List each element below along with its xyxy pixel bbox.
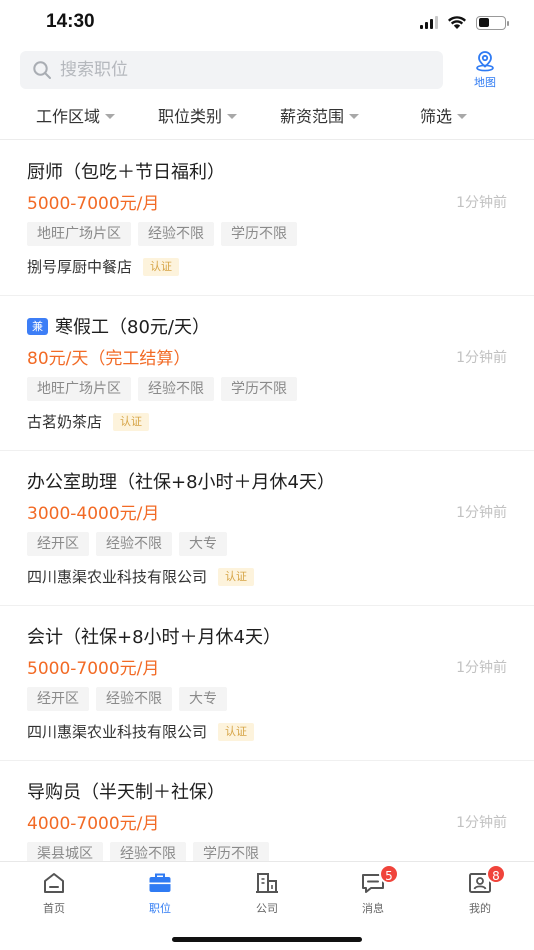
job-salary: 3000-4000元/月 <box>27 504 160 524</box>
area-tag: 地旺广场片区 <box>27 377 131 401</box>
home-indicator <box>172 937 362 942</box>
tab-profile[interactable]: 8 我的 <box>445 864 515 916</box>
job-title-row: 兼 寒假工（80元/天） <box>27 313 210 339</box>
tab-home[interactable]: 首页 <box>19 870 89 916</box>
status-icons <box>420 15 509 30</box>
unread-badge: 5 <box>379 864 399 884</box>
company-name: 古茗奶茶店 <box>27 413 103 431</box>
filter-label: 薪资范围 <box>280 107 345 126</box>
filter-label: 职位类别 <box>158 107 223 126</box>
verified-badge: 认证 <box>218 567 255 586</box>
search-icon <box>33 61 51 79</box>
tab-label: 消息 <box>362 902 384 915</box>
job-title: 厨师（包吃＋节日福利） <box>27 162 225 183</box>
posted-time: 1分钟前 <box>456 660 507 676</box>
chevron-down-icon <box>457 113 468 119</box>
job-title: 导购员（半天制＋社保） <box>27 782 225 803</box>
job-card[interactable]: 会计（社保+8小时＋月休4天） 5000-7000元/月 1分钟前 经开区 经验… <box>0 606 534 761</box>
filter-label: 筛选 <box>420 107 453 126</box>
company-name: 四川惠渠农业科技有限公司 <box>27 723 208 741</box>
posted-time: 1分钟前 <box>456 350 507 366</box>
job-title: 寒假工（80元/天） <box>55 317 210 338</box>
battery-fill <box>478 18 489 27</box>
posted-time: 1分钟前 <box>456 195 507 211</box>
home-icon <box>44 873 64 893</box>
job-salary: 5000-7000元/月 <box>27 659 160 679</box>
verified-badge: 认证 <box>143 257 180 276</box>
experience-tag: 经验不限 <box>138 222 214 246</box>
map-button[interactable]: 地图 <box>463 50 507 94</box>
job-tags: 渠县城区 经验不限 学历不限 <box>27 842 269 861</box>
filter-salary-range[interactable]: 薪资范围 <box>280 103 360 127</box>
company-row: 四川惠渠农业科技有限公司 认证 <box>27 721 255 742</box>
job-title: 办公室助理（社保+8小时＋月休4天） <box>27 472 335 493</box>
company-name: 捌号厚厨中餐店 <box>27 258 133 276</box>
status-bar: 14:30 <box>0 0 534 46</box>
search-input[interactable] <box>60 60 400 80</box>
bottom-tab-bar: 首页 职位 公司 5 消息 8 我的 <box>0 861 534 950</box>
education-tag: 学历不限 <box>221 222 297 246</box>
tab-label: 首页 <box>43 902 65 915</box>
experience-tag: 经验不限 <box>96 532 172 556</box>
area-tag: 地旺广场片区 <box>27 222 131 246</box>
briefcase-icon <box>149 873 171 892</box>
filter-more[interactable]: 筛选 <box>420 103 468 127</box>
job-tags: 经开区 经验不限 大专 <box>27 532 227 556</box>
company-name: 四川惠渠农业科技有限公司 <box>27 568 208 586</box>
job-list: 厨师（包吃＋节日福利） 5000-7000元/月 1分钟前 地旺广场片区 经验不… <box>0 141 534 861</box>
chevron-down-icon <box>105 113 116 119</box>
job-title: 会计（社保+8小时＋月休4天） <box>27 627 281 648</box>
job-card[interactable]: 办公室助理（社保+8小时＋月休4天） 3000-4000元/月 1分钟前 经开区… <box>0 451 534 606</box>
status-time: 14:30 <box>46 11 95 32</box>
tab-label: 我的 <box>469 902 491 915</box>
area-tag: 渠县城区 <box>27 842 103 861</box>
job-card[interactable]: 导购员（半天制＋社保） 4000-7000元/月 1分钟前 渠县城区 经验不限 … <box>0 761 534 861</box>
posted-time: 1分钟前 <box>456 505 507 521</box>
education-tag: 学历不限 <box>193 842 269 861</box>
job-tags: 地旺广场片区 经验不限 学历不限 <box>27 222 297 246</box>
tab-label: 公司 <box>256 902 278 915</box>
filter-job-category[interactable]: 职位类别 <box>158 103 238 127</box>
job-card[interactable]: 厨师（包吃＋节日福利） 5000-7000元/月 1分钟前 地旺广场片区 经验不… <box>0 141 534 296</box>
part-time-badge: 兼 <box>27 317 48 335</box>
posted-time: 1分钟前 <box>456 815 507 831</box>
job-salary: 4000-7000元/月 <box>27 814 160 834</box>
education-tag: 大专 <box>179 532 227 556</box>
search-row: 地图 <box>0 48 534 94</box>
chevron-down-icon <box>349 113 360 119</box>
tab-jobs[interactable]: 职位 <box>125 870 195 916</box>
map-pin-icon <box>476 51 494 72</box>
map-label: 地图 <box>474 76 496 89</box>
experience-tag: 经验不限 <box>110 842 186 861</box>
unread-badge: 8 <box>486 864 506 884</box>
filter-label: 工作区域 <box>36 107 101 126</box>
filter-bar: 工作区域 职位类别 薪资范围 筛选 <box>0 94 534 140</box>
tab-label: 职位 <box>149 902 171 915</box>
search-box[interactable] <box>20 51 443 89</box>
area-tag: 经开区 <box>27 687 89 711</box>
battery-icon <box>476 15 509 30</box>
tab-company[interactable]: 公司 <box>232 870 302 916</box>
cellular-signal-icon <box>420 16 438 29</box>
experience-tag: 经验不限 <box>138 377 214 401</box>
company-row: 捌号厚厨中餐店 认证 <box>27 256 180 277</box>
job-card[interactable]: 兼 寒假工（80元/天） 80元/天（完工结算） 1分钟前 地旺广场片区 经验不… <box>0 296 534 451</box>
experience-tag: 经验不限 <box>96 687 172 711</box>
wifi-icon <box>448 16 466 29</box>
tab-messages[interactable]: 5 消息 <box>338 864 408 916</box>
area-tag: 经开区 <box>27 532 89 556</box>
filter-work-area[interactable]: 工作区域 <box>36 103 116 127</box>
job-tags: 经开区 经验不限 大专 <box>27 687 227 711</box>
verified-badge: 认证 <box>218 722 255 741</box>
job-salary: 5000-7000元/月 <box>27 194 160 214</box>
education-tag: 学历不限 <box>221 377 297 401</box>
chevron-down-icon <box>227 113 238 119</box>
job-salary: 80元/天（完工结算） <box>27 349 191 369</box>
job-tags: 地旺广场片区 经验不限 学历不限 <box>27 377 297 401</box>
company-row: 四川惠渠农业科技有限公司 认证 <box>27 566 255 587</box>
company-row: 古茗奶茶店 认证 <box>27 411 150 432</box>
building-icon <box>256 873 278 893</box>
education-tag: 大专 <box>179 687 227 711</box>
verified-badge: 认证 <box>113 412 150 431</box>
